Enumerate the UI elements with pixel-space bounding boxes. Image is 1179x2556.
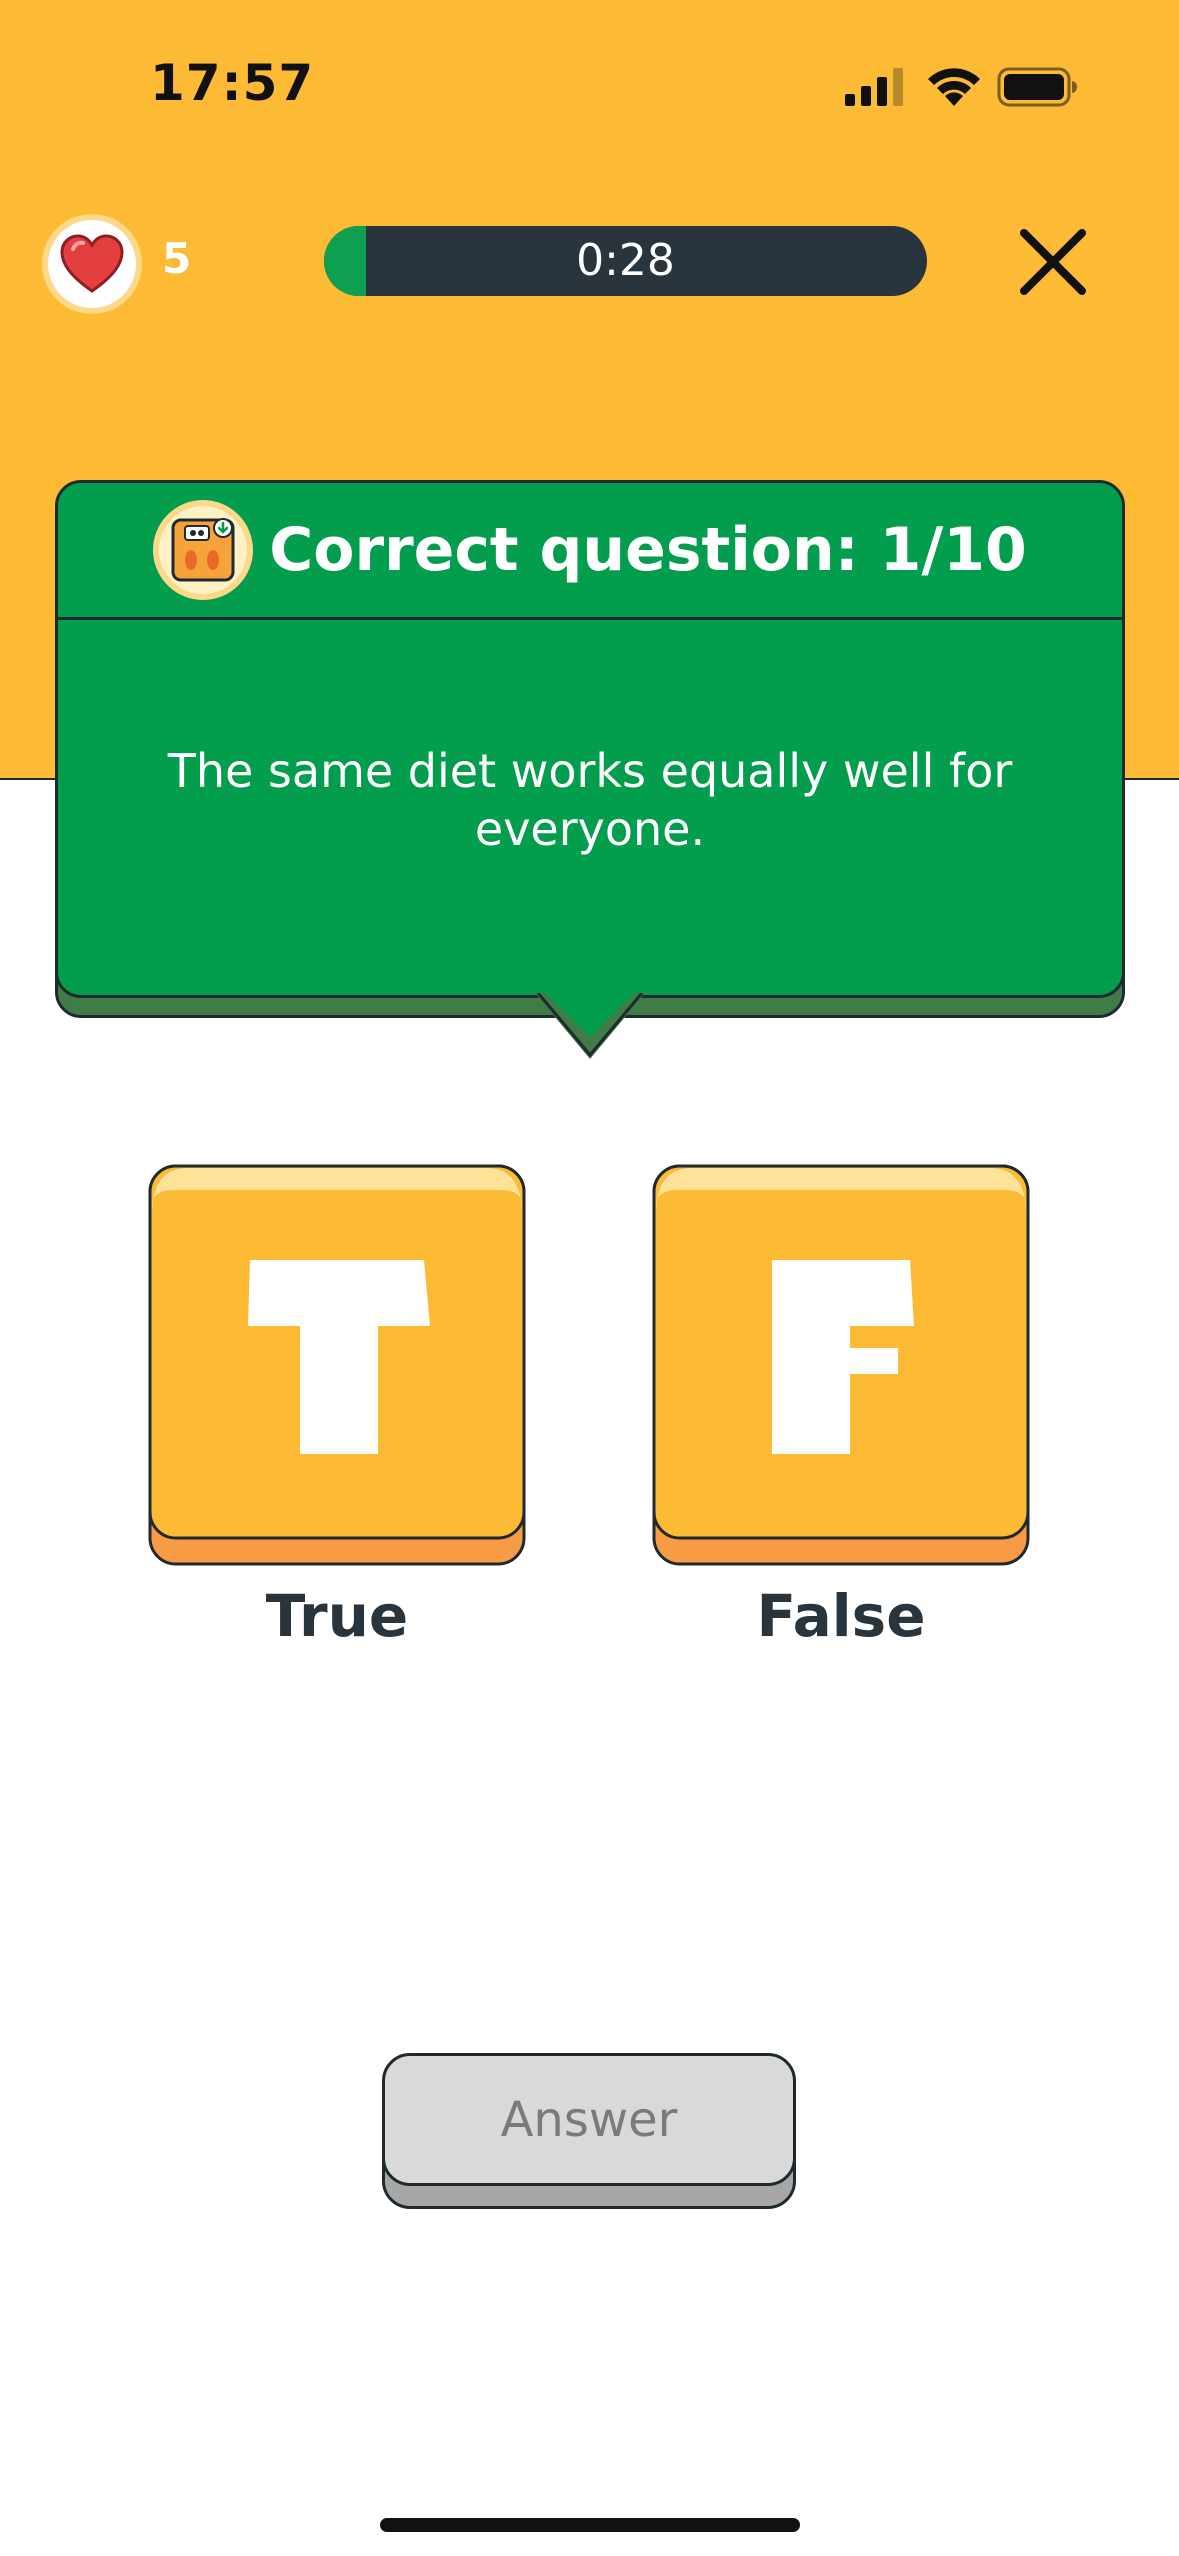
timer-bar: 0:28 [324, 226, 927, 296]
lives-badge [42, 214, 142, 314]
card-pointer [535, 993, 645, 1059]
signal-icon [845, 68, 903, 106]
answer-button[interactable]: Answer [382, 2053, 796, 2186]
true-option[interactable] [148, 1164, 526, 1566]
question-text: The same diet works equally well for eve… [167, 744, 1013, 856]
close-button[interactable] [1010, 222, 1096, 302]
card-header: Correct question: 1/10 [58, 490, 1122, 610]
timer-text: 0:28 [576, 235, 675, 286]
card-title: Correct question: 1/10 [269, 515, 1027, 585]
status-time: 17:57 [150, 54, 315, 112]
true-label: True [265, 1582, 409, 1650]
lives-count: 5 [162, 234, 192, 283]
bathroom-scale-icon [171, 518, 235, 582]
home-indicator[interactable] [380, 2518, 800, 2532]
wifi-icon [928, 68, 980, 106]
close-icon [1020, 229, 1086, 295]
false-option[interactable] [652, 1164, 1030, 1566]
battery-icon [997, 67, 1077, 107]
card-divider [58, 617, 1122, 620]
scale-badge [153, 500, 254, 600]
heart-icon [60, 234, 124, 293]
false-label: False [756, 1582, 926, 1650]
